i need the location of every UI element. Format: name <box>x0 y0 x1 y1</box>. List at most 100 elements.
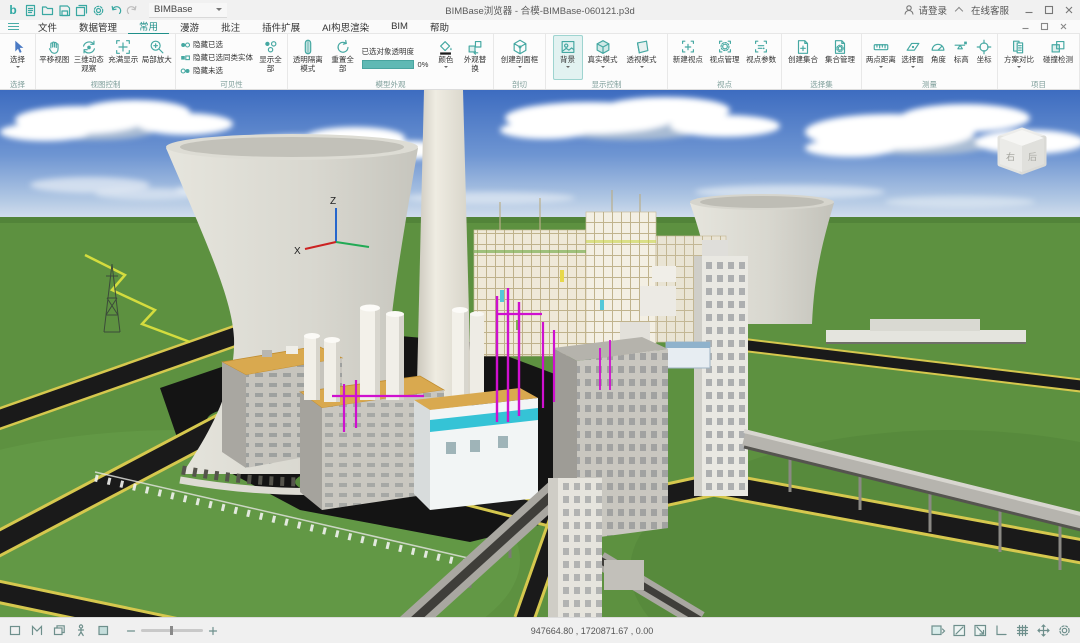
fit-crosshair-icon <box>114 37 132 56</box>
doc-gear-icon <box>831 37 849 56</box>
hide-selected-same-type-button[interactable]: 隐藏已选同类实体 <box>180 52 253 63</box>
login-button[interactable]: 请登录 <box>903 3 947 17</box>
doc-restore-button[interactable] <box>1040 22 1049 31</box>
minimize-button[interactable] <box>1024 5 1034 15</box>
doc-close-button[interactable] <box>1059 22 1068 31</box>
tab-ai-render[interactable]: AI构思渲染 <box>311 20 380 34</box>
workspace-combo[interactable]: BIMBase <box>149 3 227 18</box>
move-gizmo-icon[interactable] <box>1036 623 1051 638</box>
walkthrough-person-icon[interactable] <box>74 623 89 638</box>
undo-icon[interactable] <box>108 3 122 17</box>
wireframe-box-icon[interactable] <box>8 623 23 638</box>
reset-arrow-icon <box>334 37 352 56</box>
axis-x-label: X <box>294 246 301 257</box>
workspace-combo-value: BIMBase <box>154 4 193 15</box>
new-viewpoint-button[interactable]: 新建视点 <box>670 35 706 80</box>
menu-hamburger-icon[interactable] <box>8 23 19 30</box>
login-label: 请登录 <box>918 3 947 17</box>
tab-common[interactable]: 常用 <box>128 19 169 34</box>
viewpoint-manage-button[interactable]: 视点管理 <box>707 35 743 80</box>
viewcube-left-face-label[interactable]: 右 <box>1006 151 1015 162</box>
snap-nearest-icon[interactable] <box>973 623 988 638</box>
chevron-down-icon <box>911 66 915 70</box>
close-button[interactable] <box>1064 5 1074 15</box>
appearance-replace-button[interactable]: 外观替换 <box>459 35 491 80</box>
grid-icon[interactable] <box>1015 623 1030 638</box>
zoom-fit-button[interactable]: 充满显示 <box>107 35 140 80</box>
collapse-ribbon-icon[interactable] <box>955 7 963 15</box>
maximize-button[interactable] <box>1044 5 1054 15</box>
chevron-down-icon <box>444 66 448 70</box>
tab-annotation[interactable]: 批注 <box>210 20 251 34</box>
select-face-button[interactable]: 选择面 <box>899 35 927 80</box>
viewpoint-params-icon <box>752 37 770 56</box>
chevron-down-icon <box>640 66 644 70</box>
render-mode-icon[interactable] <box>96 623 111 638</box>
ruler-icon <box>872 37 890 56</box>
tab-plugin-extension[interactable]: 插件扩展 <box>251 20 311 34</box>
scheme-compare-button[interactable]: 方案对比 <box>1000 35 1038 80</box>
viewpoint-add-icon <box>679 37 697 56</box>
elevation-button[interactable]: 标高 <box>950 35 972 80</box>
reset-all-button[interactable]: 重置全部 <box>327 35 359 80</box>
tab-help[interactable]: 帮助 <box>419 20 460 34</box>
viewcube-front-face-label[interactable]: 后 <box>1028 152 1037 162</box>
zoom-in-icon[interactable] <box>208 626 218 636</box>
create-section-box-button[interactable]: 创建剖面框 <box>500 35 540 80</box>
collision-check-button[interactable]: 碰撞检测 <box>1039 35 1077 80</box>
viewpoint-params-button[interactable]: 视点参数 <box>743 35 779 80</box>
ribbon-group-view-control: 平移视图 三维动态观察 充满显示 局部放大 视图控制 <box>36 34 176 89</box>
hide-unselected-button[interactable]: 隐藏未选 <box>180 65 253 76</box>
tab-roam[interactable]: 漫游 <box>169 20 210 34</box>
redo-icon[interactable] <box>125 3 139 17</box>
show-all-button[interactable]: 显示全部 <box>256 35 285 80</box>
section-view-icon[interactable] <box>30 623 45 638</box>
select-button[interactable]: 选择 <box>8 35 28 80</box>
orbit-button[interactable]: 三维动态观察 <box>72 35 106 80</box>
restore-window-icon[interactable] <box>52 623 67 638</box>
snap-endpoint-icon[interactable] <box>952 623 967 638</box>
new-file-icon[interactable] <box>23 3 37 17</box>
ribbon-group-viewpoint: 新建视点 视点管理 视点参数 视点 <box>668 34 782 89</box>
save-as-icon[interactable] <box>74 3 88 17</box>
hide-unselected-icon <box>180 66 190 76</box>
realistic-mode-button[interactable]: 真实模式 <box>584 35 622 80</box>
zoom-control <box>126 626 218 636</box>
view-cube[interactable]: 右 后 <box>1000 130 1044 172</box>
open-file-icon[interactable] <box>40 3 54 17</box>
tab-data-management[interactable]: 数据管理 <box>68 20 128 34</box>
online-support-link[interactable]: 在线客服 <box>971 3 1009 17</box>
orbit-icon <box>80 37 98 56</box>
transparent-isolation-button[interactable]: 透明隔离模式 <box>290 35 326 80</box>
settings-gear-icon[interactable] <box>91 3 105 17</box>
pan-view-button[interactable]: 平移视图 <box>38 35 71 80</box>
blue-roof-box[interactable] <box>666 342 710 368</box>
zoom-slider-handle[interactable] <box>170 626 173 635</box>
save-icon[interactable] <box>57 3 71 17</box>
background-button[interactable]: 背景 <box>553 35 583 80</box>
coordinate-button[interactable]: 坐标 <box>973 35 995 80</box>
tab-file[interactable]: 文件 <box>27 20 68 34</box>
hide-selected-icon <box>180 40 190 50</box>
ribbon-group-selection-set: 创建集合 集合管理 选择集 <box>782 34 862 89</box>
level-icon[interactable] <box>994 623 1009 638</box>
protractor-icon <box>929 37 947 56</box>
angle-button[interactable]: 角度 <box>928 35 950 80</box>
doc-minimize-button[interactable] <box>1021 22 1030 31</box>
hide-selected-button[interactable]: 隐藏已选 <box>180 39 253 50</box>
zoom-window-button[interactable]: 局部放大 <box>140 35 173 80</box>
viewport-preset-icon[interactable] <box>930 623 946 638</box>
zoom-slider[interactable] <box>141 629 203 632</box>
distance-button[interactable]: 两点距离 <box>864 35 898 80</box>
perspective-mode-button[interactable]: 透视模式 <box>623 35 661 80</box>
color-button[interactable]: 颜色 <box>434 35 458 80</box>
chevron-down-icon <box>566 66 570 70</box>
transparency-slider[interactable] <box>362 60 414 69</box>
zoom-out-icon[interactable] <box>126 626 136 636</box>
tab-bim[interactable]: BIM <box>380 21 419 32</box>
set-manage-button[interactable]: 集合管理 <box>822 35 858 80</box>
settings-gear-icon[interactable] <box>1057 623 1072 638</box>
3d-viewport[interactable]: Z X 右 后 <box>0 90 1080 617</box>
create-set-button[interactable]: 创建集合 <box>785 35 821 80</box>
doc-plus-icon <box>794 37 812 56</box>
